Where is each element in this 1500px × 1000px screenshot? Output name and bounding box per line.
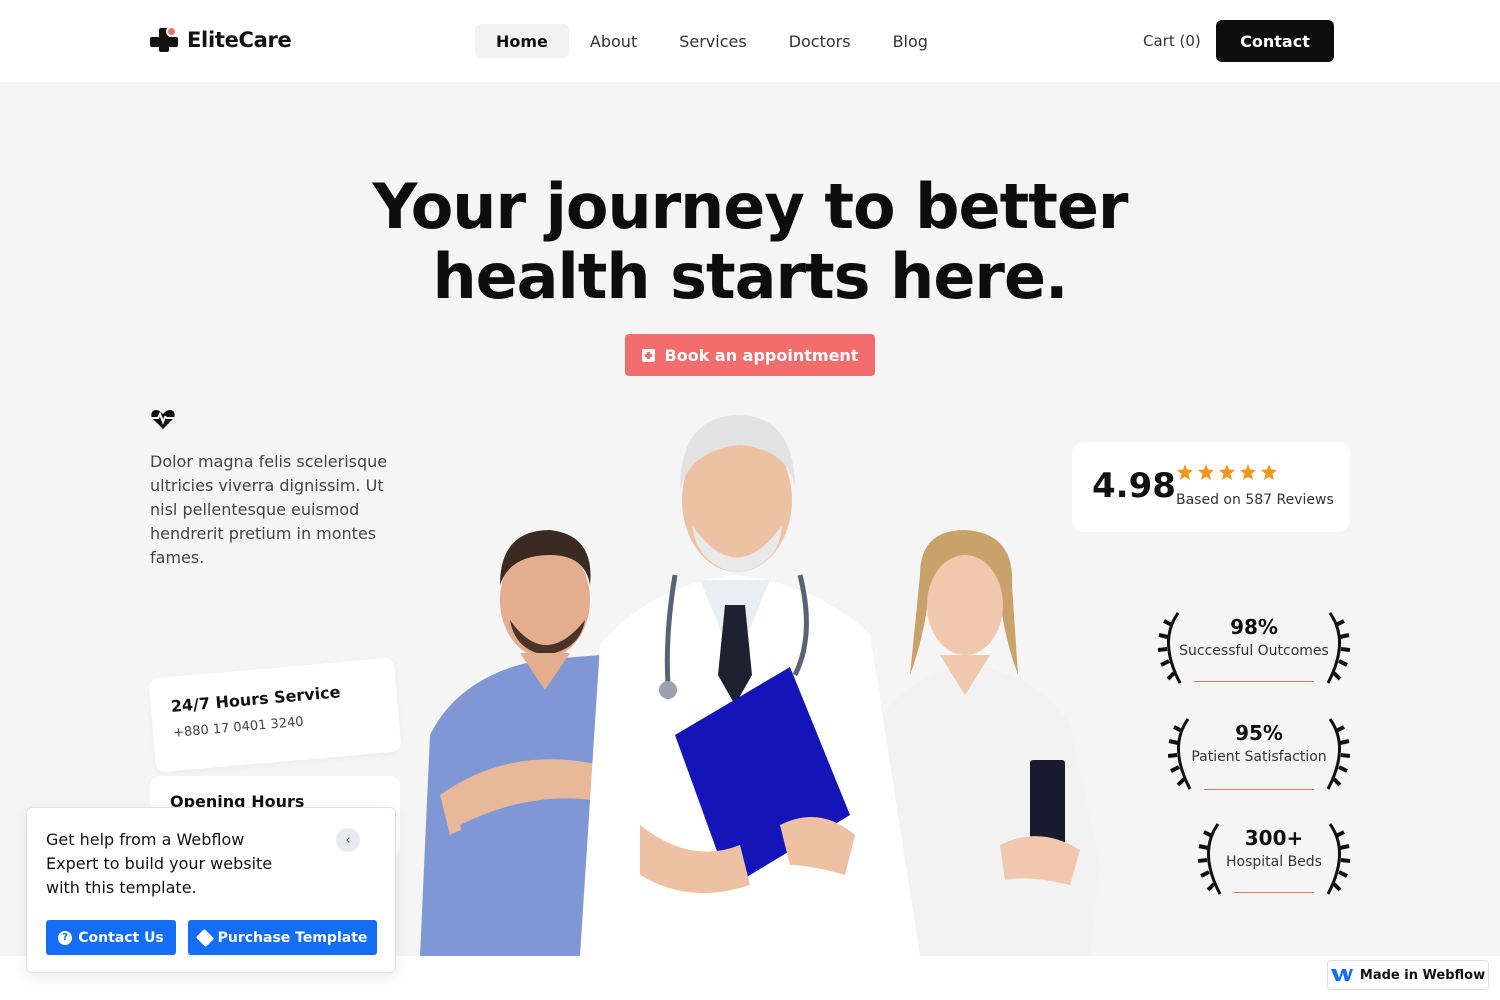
stat-value: 98% xyxy=(1230,615,1278,639)
chevron-left-icon: ‹ xyxy=(345,832,351,848)
nav-services[interactable]: Services xyxy=(658,24,767,58)
rating-score: 4.98 xyxy=(1092,466,1176,506)
tag-icon xyxy=(195,928,214,947)
medical-cross-icon xyxy=(150,26,178,54)
webflow-logo-icon xyxy=(1330,969,1353,981)
question-icon: ? xyxy=(58,930,73,945)
stat-underline xyxy=(1194,681,1314,682)
star-icon xyxy=(1177,464,1193,480)
book-appointment-label: Book an appointment xyxy=(664,345,859,365)
stat-label: Successful Outcomes xyxy=(1179,643,1329,659)
stat-label: Hospital Beds xyxy=(1226,854,1322,870)
main-nav: Home About Services Doctors Blog xyxy=(475,24,949,58)
hero-title-line-1: Your journey to better xyxy=(372,170,1129,243)
senior-doctor-figure xyxy=(580,415,920,956)
stat-successful-outcomes: 98% Successful Outcomes xyxy=(1158,611,1350,685)
star-icon xyxy=(1240,464,1256,480)
stat-label: Patient Satisfaction xyxy=(1191,749,1327,765)
hero-title-line-2: health starts here. xyxy=(432,240,1068,313)
nav-blog[interactable]: Blog xyxy=(872,24,949,58)
medical-kit-icon xyxy=(641,348,655,362)
rating-stars xyxy=(1177,464,1277,480)
book-appointment-button[interactable]: Book an appointment xyxy=(625,334,875,376)
contact-us-label: Contact Us xyxy=(78,929,164,946)
heartbeat-icon xyxy=(151,410,175,429)
stat-patient-satisfaction: 95% Patient Satisfaction xyxy=(1168,717,1350,791)
contact-us-button[interactable]: ? Contact Us xyxy=(46,920,176,955)
made-in-webflow-badge[interactable]: Made in Webflow xyxy=(1327,960,1489,990)
cart-link[interactable]: Cart (0) xyxy=(1143,32,1201,50)
rating-reviews: Based on 587 Reviews xyxy=(1176,492,1334,508)
brand-logo[interactable]: EliteCare xyxy=(150,26,292,54)
collapse-popup-button[interactable]: ‹ xyxy=(336,828,360,852)
stat-underline xyxy=(1234,892,1314,893)
star-icon xyxy=(1198,464,1214,480)
webflow-help-message: Get help from a Webflow Expert to build … xyxy=(46,830,273,897)
star-icon xyxy=(1219,464,1235,480)
purchase-template-button[interactable]: Purchase Template xyxy=(188,920,377,955)
stat-value: 300+ xyxy=(1244,826,1304,850)
brand-name: EliteCare xyxy=(187,28,292,52)
star-icon xyxy=(1261,464,1277,480)
purchase-template-label: Purchase Template xyxy=(217,929,368,946)
hero-intro-text: Dolor magna felis scelerisque ultricies … xyxy=(150,452,388,567)
doctors-team-image xyxy=(420,415,1100,956)
stat-underline xyxy=(1204,789,1314,790)
hero-title: Your journey to better health starts her… xyxy=(300,172,1200,312)
nav-home[interactable]: Home xyxy=(475,24,569,58)
stat-hospital-beds: 300+ Hospital Beds xyxy=(1198,822,1350,896)
webflow-help-popup: Get help from a Webflow Expert to build … xyxy=(26,807,396,973)
rating-card: 4.98 Based on 587 Reviews xyxy=(1072,442,1350,532)
nav-about[interactable]: About xyxy=(569,24,658,58)
badge-label: Made in Webflow xyxy=(1359,967,1486,983)
site-header: EliteCare Home About Services Doctors Bl… xyxy=(0,0,1500,82)
nav-doctors[interactable]: Doctors xyxy=(768,24,872,58)
contact-button[interactable]: Contact xyxy=(1216,20,1334,62)
service-hours-card: 24/7 Hours Service +880 17 0401 3240 xyxy=(148,657,402,773)
stat-value: 95% xyxy=(1235,721,1283,745)
